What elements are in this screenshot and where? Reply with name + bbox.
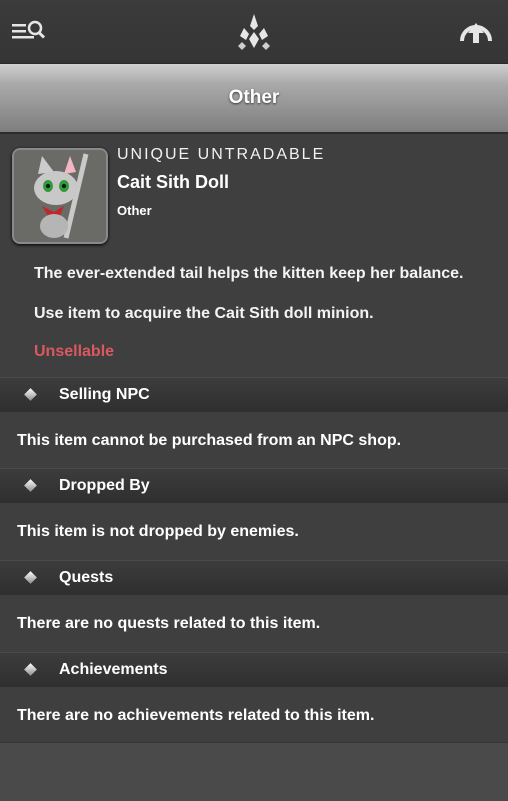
item-header: UNIQUE UNTRADABLE Cait Sith Doll Other	[0, 134, 508, 244]
section-header-dropped-by[interactable]: Dropped By	[0, 468, 508, 504]
home-up-button[interactable]	[454, 10, 498, 54]
cait-sith-doll-icon	[14, 150, 106, 242]
item-usage: Use item to acquire the Cait Sith doll m…	[34, 305, 374, 322]
diamond-bullet-icon	[24, 479, 37, 492]
section-title: Dropped By	[59, 477, 150, 494]
item-type: Other	[117, 203, 152, 218]
menu-search-icon	[12, 20, 46, 39]
section-title: Quests	[59, 569, 114, 586]
page-title: Other	[228, 87, 280, 108]
diamond-bullet-icon	[24, 388, 37, 401]
crystal-logo-icon	[238, 14, 270, 50]
section-body-dropped-by: This item is not dropped by enemies.	[0, 503, 508, 559]
menu-search-button[interactable]	[6, 10, 50, 54]
section-text: There are no achievements related to thi…	[17, 707, 375, 724]
item-thumbnail	[12, 148, 108, 244]
section-text: This item cannot be purchased from an NP…	[17, 432, 402, 449]
section-header-achievements[interactable]: Achievements	[0, 652, 508, 688]
item-rarity: UNIQUE UNTRADABLE	[117, 146, 326, 163]
section-text: This item is not dropped by enemies.	[17, 523, 299, 540]
action-bar	[0, 0, 508, 64]
app-logo[interactable]	[232, 10, 276, 54]
sell-status: Unsellable	[34, 343, 115, 360]
diamond-bullet-icon	[24, 571, 37, 584]
section-body-selling-npc: This item cannot be purchased from an NP…	[0, 412, 508, 468]
item-name: Cait Sith Doll	[117, 172, 229, 192]
section-header-selling-npc[interactable]: Selling NPC	[0, 377, 508, 413]
section-text: There are no quests related to this item…	[17, 615, 321, 632]
diamond-bullet-icon	[24, 663, 37, 676]
section-body-achievements: There are no achievements related to thi…	[0, 687, 508, 743]
bottom-filler	[0, 742, 508, 801]
home-up-icon	[460, 23, 492, 43]
section-title: Selling NPC	[59, 386, 150, 403]
section-title: Achievements	[59, 661, 168, 678]
page-title-bar: Other	[0, 64, 508, 134]
section-header-quests[interactable]: Quests	[0, 560, 508, 596]
item-description: The ever-extended tail helps the kitten …	[34, 265, 464, 282]
section-body-quests: There are no quests related to this item…	[0, 595, 508, 651]
